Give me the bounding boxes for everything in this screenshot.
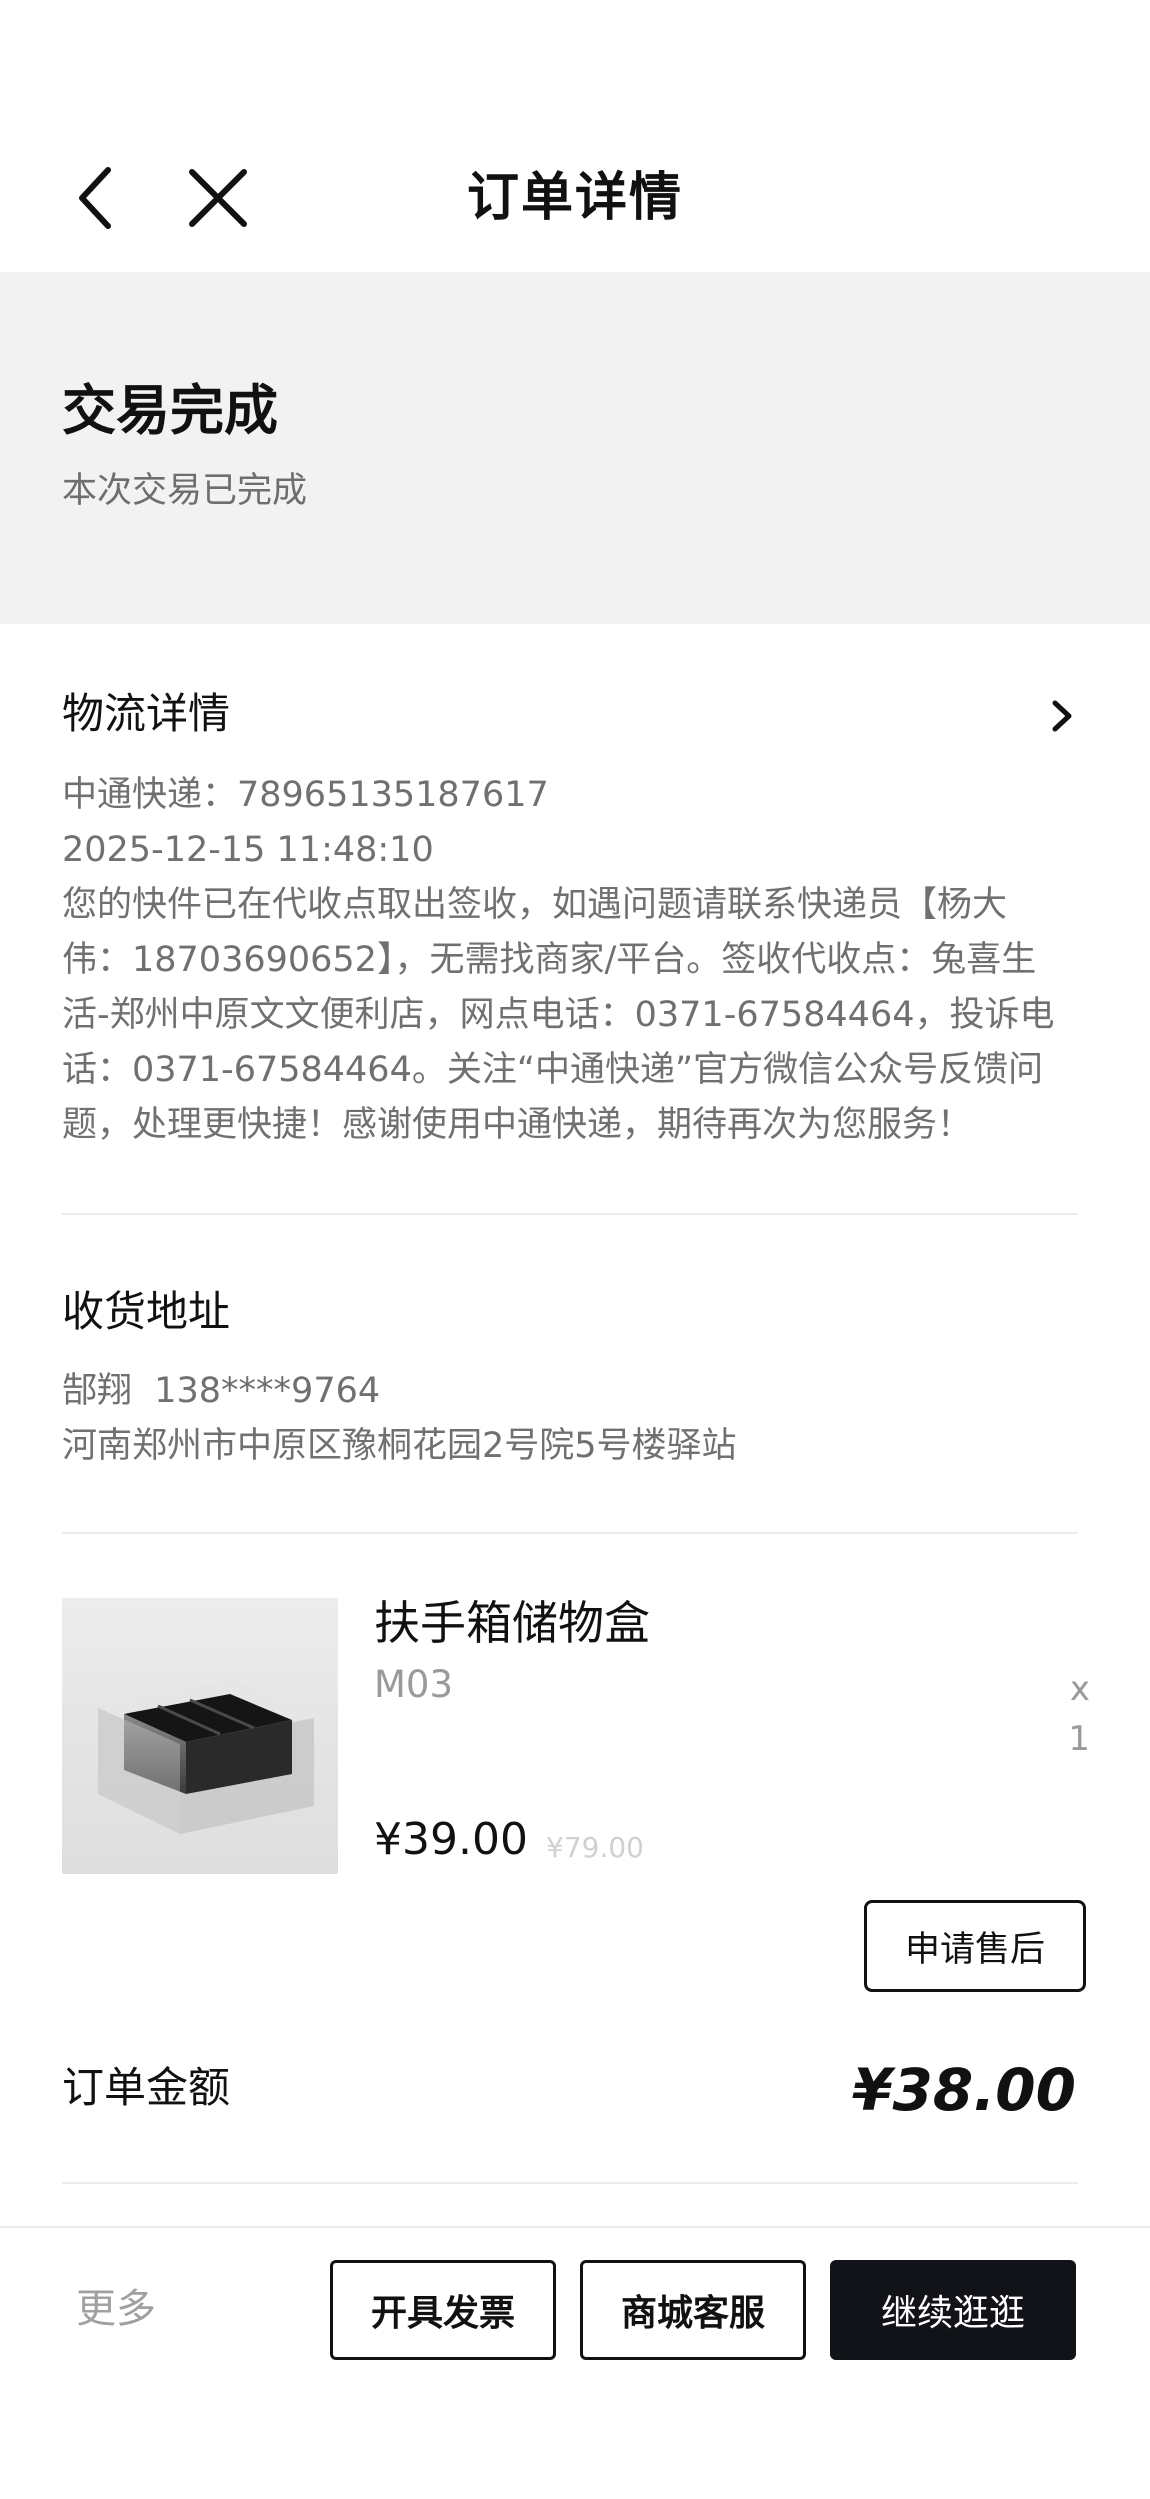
section-divider (62, 1532, 1078, 1534)
order-status-title: 交易完成 (62, 379, 278, 442)
continue-shopping-button[interactable]: 继续逛逛 (830, 2260, 1076, 2360)
storage-box-image (98, 1680, 314, 1834)
product-name[interactable]: 扶手箱储物盒 (374, 1592, 650, 1654)
carrier-tracking-number: 中通快递：78965135187617 (62, 775, 549, 815)
customer-service-button[interactable]: 商城客服 (580, 2260, 806, 2360)
address-contact: 郜翔 138****9764 (62, 1371, 381, 1411)
status-banner (0, 272, 1150, 624)
product-price: ¥39.00 (374, 1814, 528, 1865)
address-info: 郜翔 138****9764 河南郑州市中原区豫桐花园2号院5号楼驿站 (62, 1364, 1092, 1474)
product-original-price: ¥79.00 (546, 1831, 644, 1864)
address-detail: 河南郑州市中原区豫桐花园2号院5号楼驿站 (62, 1426, 737, 1466)
section-divider (62, 1213, 1078, 1215)
after-sale-button[interactable]: 申请售后 (864, 1900, 1086, 1992)
logistics-info: 中通快递：78965135187617 2025-12-15 11:48:10 … (62, 768, 1092, 1153)
chevron-right-icon (1052, 700, 1072, 732)
logistics-message-line: 您的快件已在代收点取出签收，如遇问题请联系快递员【杨大 (62, 885, 1008, 925)
logistics-message-line: 活-郑州中原文文便利店，网点电话：0371-67584464，投诉电 (62, 995, 1055, 1035)
address-title: 收货地址 (62, 1287, 231, 1336)
order-status-subtitle: 本次交易已完成 (62, 471, 308, 511)
section-divider (62, 2182, 1078, 2184)
logistics-message-line: 话：0371-67584464。关注“中通快递”官方微信公众号反馈问 (62, 1050, 1044, 1090)
logistics-title[interactable]: 物流详情 (62, 686, 230, 742)
order-amount-label: 订单金额 (62, 2063, 231, 2112)
logistics-message-line: 题，处理更快捷！感谢使用中通快递，期待再次为您服务！ (62, 1105, 973, 1145)
page-title: 订单详情 (466, 168, 683, 228)
more-button[interactable]: 更多 (76, 2280, 156, 2338)
issue-invoice-button[interactable]: 开具发票 (330, 2260, 556, 2360)
logistics-message-line: 伟：18703690652】，无需找商家/平台。签收代收点：兔喜生 (62, 940, 1037, 980)
product-quantity: x 1 (1068, 1669, 1090, 1759)
product-spec: M03 (374, 1663, 454, 1706)
order-amount-value: ¥38.00 (852, 2056, 1076, 2124)
logistics-time: 2025-12-15 11:48:10 (62, 830, 434, 870)
logistics-detail-button[interactable] (1044, 698, 1080, 734)
product-image[interactable] (62, 1598, 338, 1874)
